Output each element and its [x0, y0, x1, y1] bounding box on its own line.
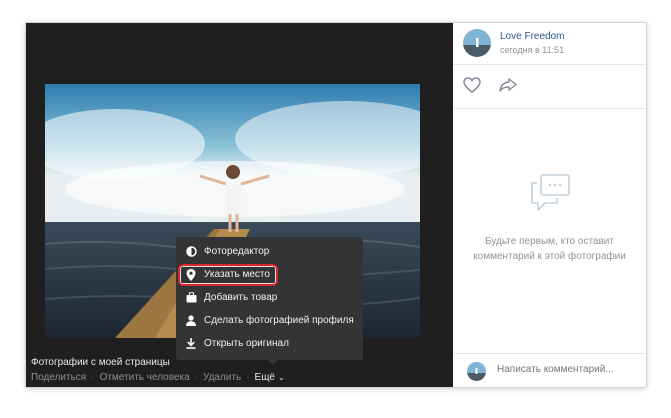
photo-editor-icon	[185, 246, 197, 258]
photo-side-panel: Love Freedom сегодня в 11:51 Будьте перв…	[453, 23, 646, 387]
avatar	[467, 362, 486, 381]
author-name[interactable]: Love Freedom	[500, 31, 564, 42]
photo-viewer-pane: Фотографии с моей страницы Поделиться · От…	[26, 23, 453, 387]
menu-item-open-original[interactable]: Открыть оригинал	[176, 332, 363, 355]
highlight-ring	[178, 264, 278, 286]
separator-dot: ·	[194, 372, 198, 383]
reactions-bar	[453, 65, 646, 109]
empty-comments-text: Будьте первым, кто оставит комментарий к…	[473, 236, 626, 262]
menu-item-label: Фоторедактор	[204, 246, 270, 257]
shopping-bag-icon	[185, 292, 197, 304]
share-link[interactable]: Поделиться	[31, 372, 86, 383]
tag-person-link[interactable]: Отметить человека	[100, 372, 190, 383]
comments-empty-state: Будьте первым, кто оставит комментарий к…	[453, 173, 646, 264]
photo-caption: Фотографии с моей страницы	[31, 357, 170, 368]
comments-bubble-icon	[529, 173, 571, 218]
chevron-down-icon: ⌄	[278, 373, 285, 382]
menu-item-label: Добавить товар	[204, 292, 278, 303]
menu-item-set-location[interactable]: Указать место	[176, 263, 363, 286]
more-label: Ещё	[254, 372, 275, 383]
menu-item-set-profile-photo[interactable]: Сделать фотографией профиля	[176, 309, 363, 332]
user-icon	[185, 315, 197, 327]
comment-input[interactable]	[497, 364, 637, 375]
download-icon	[185, 338, 197, 350]
menu-item-add-product[interactable]: Добавить товар	[176, 286, 363, 309]
post-timestamp[interactable]: сегодня в 11:51	[500, 45, 564, 55]
photo-actions-bar: Поделиться · Отметить человека · Удалить · Ещё…	[31, 372, 285, 383]
menu-item-label: Сделать фотографией профиля	[204, 315, 354, 326]
more-menu: Фоторедактор Указать место Добавить това…	[176, 237, 363, 365]
like-icon[interactable]	[463, 77, 481, 98]
comment-composer	[453, 353, 646, 387]
author-header: Love Freedom сегодня в 11:51	[453, 23, 646, 65]
menu-item-label: Открыть оригинал	[204, 338, 289, 349]
separator-dot: ·	[91, 372, 95, 383]
separator-dot: ·	[246, 372, 250, 383]
photo-viewer-window: Фотографии с моей страницы Поделиться · От…	[26, 23, 646, 387]
menu-item-photo-editor[interactable]: Фоторедактор	[176, 240, 363, 263]
avatar[interactable]	[463, 29, 491, 57]
more-button[interactable]: Ещё ⌄	[255, 372, 285, 383]
delete-link[interactable]: Удалить	[203, 372, 241, 383]
share-icon[interactable]	[499, 78, 517, 97]
